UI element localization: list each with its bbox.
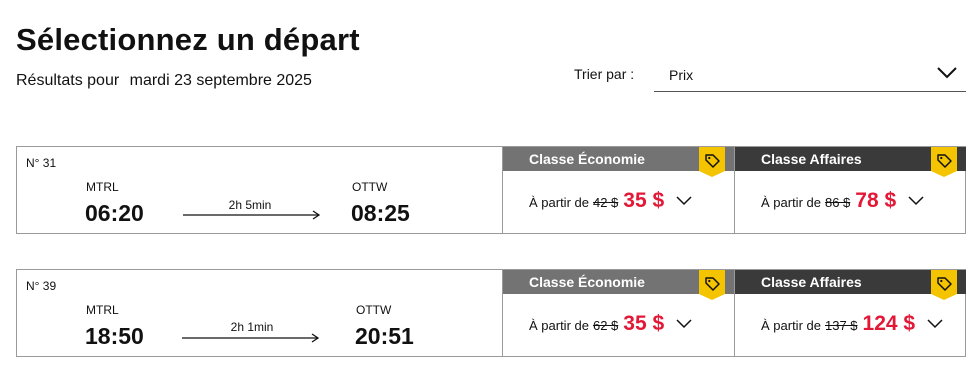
new-price: 35 $ [623,189,665,212]
trip-info: N° 31 MTRL 06:20 2h 5min OTTW 08:25 [17,147,502,233]
sort-label: Trier par : [574,66,635,82]
from-label: À partir de [529,318,589,333]
sort-select-value: Prix [669,67,694,83]
new-price: 78 $ [855,189,897,212]
new-price: 35 $ [623,312,665,335]
arrival-time: 08:25 [351,200,410,226]
departure-time: 06:20 [85,200,144,226]
chevron-down-icon [937,67,957,79]
fare-economy-price: À partir de 42 $ 35 $ [529,189,692,213]
origin-station: MTRL [86,303,119,317]
trip-info: N° 39 MTRL 18:50 2h 1min OTTW 20:51 [17,270,502,356]
results-summary: Résultats pour mardi 23 septembre 2025 [16,72,312,90]
arrival-time: 20:51 [355,323,414,349]
fare-economy[interactable]: Classe Économie À partir de 62 $ 35 $ [502,270,734,356]
chevron-down-icon [927,319,943,329]
chevron-down-icon [908,196,924,206]
old-price: 137 $ [824,318,858,333]
trip-card: N° 31 MTRL 06:20 2h 5min OTTW 08:25 Clas… [16,146,966,234]
price-tag-icon [931,147,957,177]
results-date: mardi 23 septembre 2025 [129,72,312,89]
chevron-down-icon [676,319,692,329]
fare-business-price: À partir de 137 $ 124 $ [761,312,943,336]
fare-economy-price: À partir de 62 $ 35 $ [529,312,692,336]
results-label: Résultats pour [16,72,120,89]
arrow-right-icon [182,333,320,343]
fare-business-price: À partir de 86 $ 78 $ [761,189,924,213]
from-label: À partir de [761,195,821,210]
price-tag-icon [699,270,725,300]
train-number: N° 39 [26,279,57,293]
price-tag-icon [699,147,725,177]
sort-select[interactable]: Prix [654,58,966,92]
new-price: 124 $ [862,312,916,335]
old-price: 86 $ [824,195,851,210]
fare-business[interactable]: Classe Affaires À partir de 137 $ 124 $ [734,270,966,356]
trip-card: N° 39 MTRL 18:50 2h 1min OTTW 20:51 Clas… [16,269,966,357]
from-label: À partir de [529,195,589,210]
fare-economy[interactable]: Classe Économie À partir de 42 $ 35 $ [502,147,734,233]
destination-station: OTTW [352,180,388,194]
old-price: 62 $ [592,318,619,333]
chevron-down-icon [676,196,692,206]
arrow-right-icon [183,210,321,220]
page-title: Sélectionnez un départ [16,22,360,57]
from-label: À partir de [761,318,821,333]
fare-business[interactable]: Classe Affaires À partir de 86 $ 78 $ [734,147,966,233]
destination-station: OTTW [356,303,392,317]
departure-time: 18:50 [85,323,144,349]
old-price: 42 $ [592,195,619,210]
origin-station: MTRL [86,180,119,194]
train-number: N° 31 [26,156,57,170]
trip-duration: 2h 1min [230,320,274,334]
price-tag-icon [931,270,957,300]
